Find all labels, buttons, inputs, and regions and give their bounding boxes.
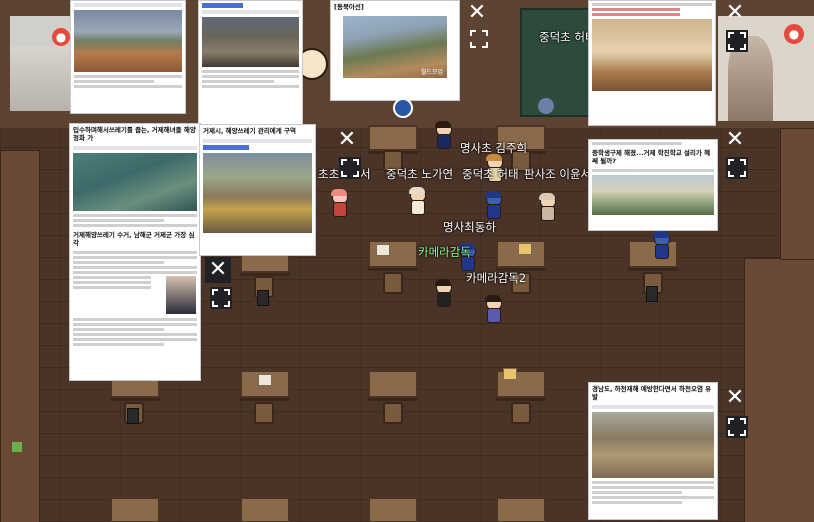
close-button[interactable]: ✕ (722, 127, 748, 153)
nametag: 중덕초 허태 (462, 167, 519, 181)
right-wall-upper (780, 128, 814, 260)
mute-icon[interactable]: ● (784, 24, 804, 44)
nametag: 중덕초 노가연 (386, 167, 454, 181)
nametag: 판사조 이윤서 (524, 167, 592, 181)
news-card[interactable] (70, 0, 186, 114)
virtual-classroom-map: 명사초 김주희 초초 서 중덕초 노가연 중덕초 허태 판사조 이윤서 명사최동… (0, 0, 814, 522)
desk (368, 497, 418, 522)
avatar[interactable] (538, 193, 556, 221)
interaction-marker[interactable] (393, 98, 413, 118)
nametag: 카메라감독 (418, 245, 471, 259)
paper (518, 243, 532, 255)
news-card[interactable] (198, 0, 303, 126)
avatar[interactable] (408, 187, 426, 215)
desk (368, 370, 418, 398)
news-title: 입수하며해서쓰레기를 줍는, 거제해녀들 해양정화 가 (73, 126, 196, 142)
chair (383, 272, 403, 294)
avatar[interactable] (434, 121, 452, 149)
expand-icon[interactable] (468, 28, 490, 50)
news-card[interactable]: 거제시, 해양쓰레기 관리에게 구역 (199, 124, 316, 256)
news-title: 경남도, 하천재해 예방한다면서 하천오염 유발 (592, 385, 712, 401)
close-button[interactable]: ✕ (205, 257, 231, 283)
right-wall (744, 258, 814, 522)
desk (110, 497, 160, 522)
avatar[interactable] (484, 295, 502, 323)
tablet (257, 290, 269, 306)
news-title: 거제시, 해양쓰레기 관리에게 구역 (203, 127, 296, 135)
expand-icon[interactable] (726, 157, 748, 179)
mute-icon[interactable]: ● (52, 28, 70, 46)
close-button[interactable]: ✕ (722, 0, 748, 26)
paper (258, 374, 272, 386)
plant-icon (12, 442, 22, 452)
nametag: 서 (360, 167, 371, 181)
close-button[interactable]: ✕ (722, 385, 748, 411)
news-card[interactable]: 입수하며해서쓰레기를 줍는, 거제해녀들 해양정화 가 거제해양쓰레기 수거, … (69, 123, 201, 381)
image-caption: 월드모업 (420, 69, 443, 76)
chair (254, 402, 274, 424)
nametag: 카메라감독2 (466, 271, 527, 285)
expand-icon[interactable] (726, 416, 748, 438)
close-button[interactable]: ✕ (464, 0, 490, 26)
news-title: [동북아선] (334, 3, 364, 11)
avatar-badge (538, 98, 554, 114)
chair (511, 402, 531, 424)
expand-icon[interactable] (726, 30, 748, 52)
nametag: 명사최동하 (443, 220, 496, 234)
news-card[interactable]: [동북아선] 월드모업 (330, 0, 460, 101)
left-wall (0, 150, 40, 522)
avatar[interactable] (330, 189, 348, 217)
avatar[interactable] (434, 279, 452, 307)
desk (240, 497, 290, 522)
desk (368, 125, 418, 151)
paper (376, 244, 390, 256)
news-card[interactable]: 중학생구제 해졌...거제 학진학교 설리가 혜쌔 될까? (588, 139, 718, 231)
tablet (646, 286, 658, 302)
news-title: 중학생구제 해졌...거제 학진학교 설리가 혜쌔 될까? (592, 149, 711, 165)
news-card[interactable] (588, 0, 716, 126)
video-tile[interactable]: ● (10, 16, 70, 111)
paper (503, 368, 517, 380)
chair (383, 402, 403, 424)
news-card[interactable]: 경남도, 하천재해 예방한다면서 하천오염 유발 (588, 382, 718, 520)
close-button[interactable]: ✕ (334, 127, 360, 153)
nametag: 명사초 김주희 (460, 141, 528, 155)
news-title: 거제해양쓰레기 수거, 남해군 거제군 가장 심각 (73, 231, 195, 247)
avatar[interactable] (484, 191, 502, 219)
expand-icon[interactable] (339, 157, 361, 179)
tablet (127, 408, 139, 424)
expand-icon[interactable] (210, 287, 232, 309)
desk (496, 497, 546, 522)
nametag: 초초 (318, 167, 340, 181)
avatar[interactable] (652, 231, 670, 259)
